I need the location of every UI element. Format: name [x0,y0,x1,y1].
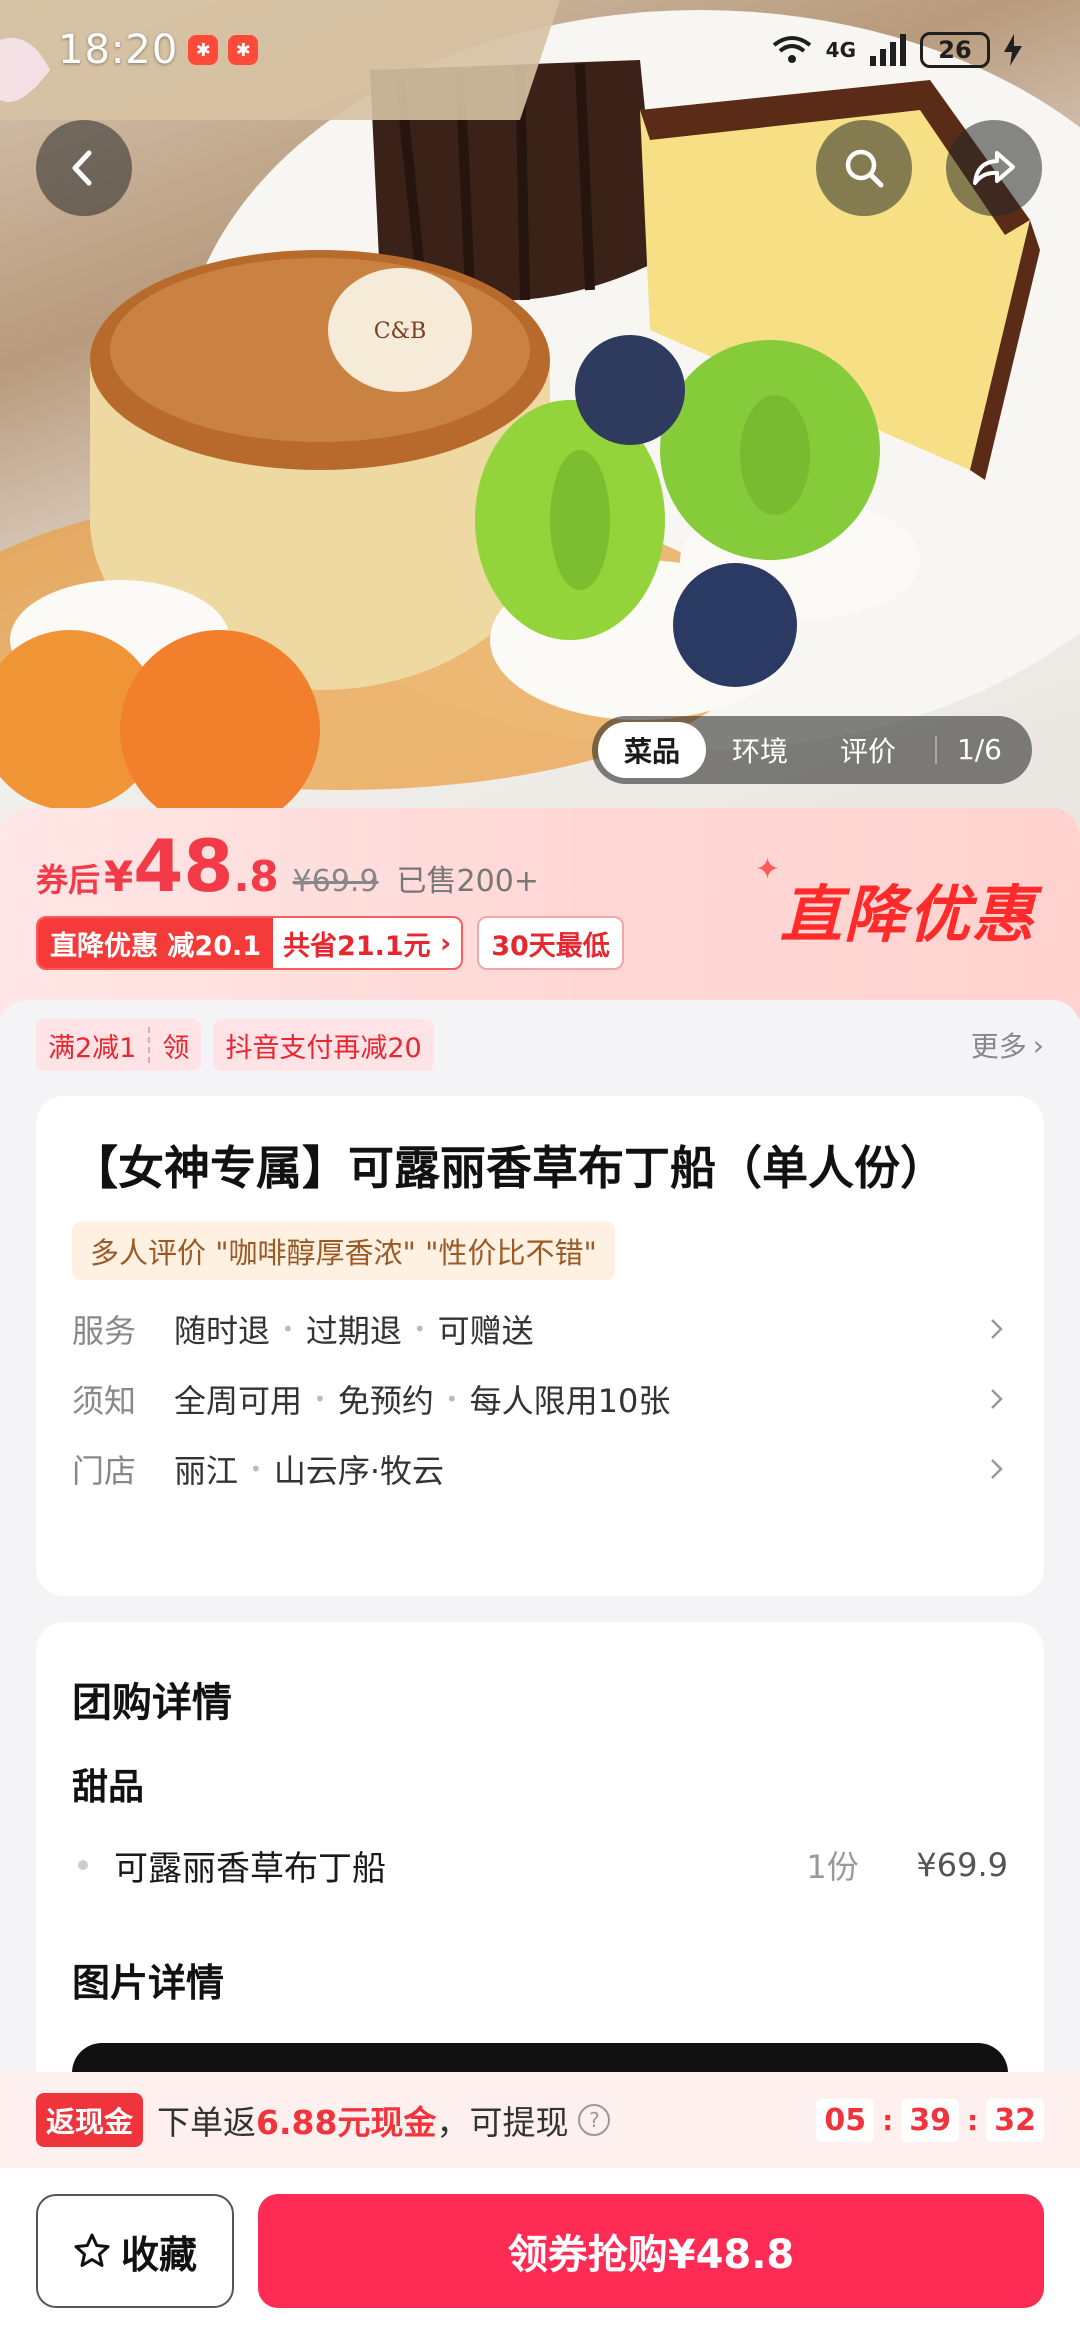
favorite-button[interactable]: 收藏 [36,2194,234,2308]
cashback-bar: 返现金 下单返 6.88元现金 ，可提现 ? 05 : 39 : 32 [0,2072,1080,2168]
photo-tab-reviews[interactable]: 评价 [814,722,922,778]
coupon-claim[interactable]: 满2减1 领 [36,1019,202,1071]
savings-tag[interactable]: 直降优惠 减20.1 共省21.1元 › [36,916,464,970]
lowest-price-tag: 30天最低 [477,916,624,970]
search-button[interactable] [816,120,912,216]
sold-count: 已售200+ [396,864,539,899]
notification-icon: ✱ [188,35,219,65]
bullet-icon [78,1860,88,1870]
item-quantity: 1份 [806,1848,859,1886]
buy-button[interactable]: 领券抢购¥48.8 [258,2194,1044,2308]
star-icon [74,2233,110,2267]
countdown-timer: 05 : 39 : 32 [816,2098,1044,2142]
product-title: 【女神专属】可露丽香草布丁船（单人份） [72,1141,946,1195]
chevron-right-icon [991,1319,1003,1339]
more-coupons-link[interactable]: 更多 › [971,1025,1044,1065]
price-banner: 券后 ¥ 48 .8 ¥69.9 已售200+ 直降优惠 减20.1 共省21.… [0,808,1080,1018]
network-type: 4G [825,38,856,62]
cashback-text: 下单返 6.88元现金 ，可提现 ? [157,2096,611,2144]
original-price: ¥69.9 [292,864,379,899]
share-icon [973,151,1015,185]
timer-minutes: 39 [901,2098,960,2142]
notice-row[interactable]: 须知 全周可用 • 免预约 • 每人限用10张 [72,1364,1008,1434]
chevron-left-icon [72,150,92,186]
service-row[interactable]: 服务 随时退 • 过期退 • 可赠送 [72,1294,1008,1364]
chevron-right-icon [991,1389,1003,1409]
price-decimal: .8 [233,852,279,901]
coupon-row: 满2减1 领 抖音支付再减20 更多 › [0,1000,1080,1090]
review-highlight-tag: 多人评价 "咖啡醇厚香浓" "性价比不错" [72,1222,615,1280]
timer-seconds: 32 [986,2098,1044,2142]
search-icon [845,149,884,188]
price-prefix: 券后 [36,861,101,899]
help-icon[interactable]: ? [578,2104,611,2136]
plate-logo-text: C&B [374,319,427,344]
favorite-label: 收藏 [120,2232,197,2277]
chevron-right-icon [991,1459,1003,1479]
timer-hours: 05 [816,2098,875,2142]
price-integer: 48 [133,824,234,908]
photo-counter: 1/6 [934,736,1026,764]
product-page: C&B 18:20 ✱ ✱ 4G 26 菜品 环境 评价 1/6 券后 ¥ 48… [0,0,1080,2340]
share-button[interactable] [946,120,1042,216]
back-button[interactable] [36,120,132,216]
sparkle-icon: ✦ [754,852,780,887]
price-currency: ¥ [104,852,134,901]
battery-icon: 26 [920,32,990,68]
signal-icon [870,34,906,66]
product-info-card: 【女神专属】可露丽香草布丁船（单人份） 多人评价 "咖啡醇厚香浓" "性价比不错… [36,1096,1044,1596]
wifi-icon [772,36,811,63]
food-photo-illustration: C&B [0,0,1080,830]
status-icons: 4G 26 [772,32,1022,68]
charging-icon [1004,34,1022,66]
status-bar: 18:20 ✱ ✱ 4G 26 [0,0,1080,100]
direct-discount-label: 直降优惠 减20.1 [38,918,274,968]
total-savings-label: 共省21.1元 › [273,918,462,968]
photo-tab-dishes[interactable]: 菜品 [598,722,707,778]
detail-category: 甜品 [72,1767,145,1808]
status-time: 18:20 [58,27,179,73]
store-row[interactable]: 门店 丽江 • 山云序·牧云 [72,1434,1008,1504]
bottom-action-bar: 收藏 领券抢购¥48.8 [0,2168,1080,2340]
product-photo[interactable]: C&B 18:20 ✱ ✱ 4G 26 菜品 环境 评价 1/6 [0,0,1080,830]
coupon-claim-label: 领 [162,1032,190,1064]
notification-icon: ✱ [228,35,259,65]
chevron-right-icon: › [1032,1028,1044,1062]
promo-banner-label: 直降优惠 [779,878,1036,951]
item-price: ¥69.9 [916,1846,1008,1884]
detail-heading: 团购详情 [72,1680,232,1726]
pictures-heading: 图片详情 [72,1961,225,2005]
photo-tab-environment[interactable]: 环境 [706,722,814,778]
douyin-pay-coupon[interactable]: 抖音支付再减20 [213,1019,434,1071]
photo-category-tabs: 菜品 环境 评价 1/6 [592,716,1032,784]
cashback-badge: 返现金 [36,2093,144,2147]
detail-item-row: 可露丽香草布丁船 1份 ¥69.9 [72,1830,1008,1900]
item-name: 可露丽香草布丁船 [114,1848,386,1889]
coupon-condition: 满2减1 [48,1032,137,1064]
